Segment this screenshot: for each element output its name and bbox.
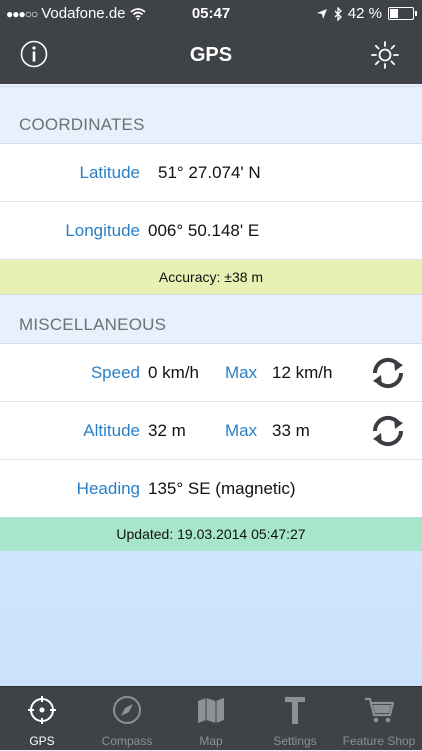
miscellaneous-header-label: MISCELLANEOUS bbox=[19, 315, 167, 334]
altitude-row: Altitude 32 m Max 33 m bbox=[0, 402, 422, 460]
tab-settings-label: Settings bbox=[273, 734, 317, 748]
tab-map-label: Map bbox=[199, 734, 223, 748]
tab-gps[interactable]: GPS bbox=[0, 687, 84, 751]
bluetooth-icon bbox=[334, 6, 342, 21]
heading-label: Heading bbox=[76, 479, 140, 498]
brightness-icon[interactable] bbox=[370, 40, 400, 70]
tab-feature-shop-label: Feature Shop bbox=[342, 734, 416, 748]
tab-feature-shop[interactable]: Feature Shop bbox=[337, 687, 421, 751]
updated-banner: Updated: 19.03.2014 05:47:27 bbox=[0, 517, 422, 551]
miscellaneous-header: MISCELLANEOUS bbox=[0, 294, 422, 344]
tab-gps-label: GPS bbox=[29, 734, 55, 748]
page-title: GPS bbox=[189, 44, 233, 66]
coordinates-header: COORDINATES bbox=[0, 86, 422, 144]
latitude-row: Latitude 51° 27.074' N bbox=[0, 144, 422, 202]
altitude-max-value: 33 m bbox=[272, 421, 310, 440]
reset-speed-icon[interactable] bbox=[368, 355, 408, 391]
hammer-icon bbox=[285, 697, 305, 724]
tab-bar: GPS Compass Map Settings Feature Shop bbox=[0, 686, 422, 750]
compass-icon bbox=[113, 696, 141, 724]
crosshair-icon bbox=[28, 696, 56, 724]
battery-label: 42 % bbox=[347, 5, 382, 22]
latitude-label: Latitude bbox=[79, 163, 141, 182]
tab-map[interactable]: Map bbox=[169, 687, 253, 751]
heading-value: 135° SE (magnetic) bbox=[148, 479, 296, 498]
altitude-label: Altitude bbox=[83, 421, 140, 440]
altitude-max-label: Max bbox=[225, 421, 258, 440]
map-icon bbox=[198, 698, 224, 723]
altitude-value: 32 m bbox=[148, 421, 186, 440]
status-right: 42 % bbox=[316, 5, 417, 22]
speed-max-value: 12 km/h bbox=[272, 363, 333, 382]
tab-compass-label: Compass bbox=[101, 734, 153, 748]
longitude-value: 006° 50.148' E bbox=[148, 221, 260, 240]
tab-settings[interactable]: Settings bbox=[253, 687, 337, 751]
longitude-row: Longitude 006° 50.148' E bbox=[0, 202, 422, 260]
speed-value: 0 km/h bbox=[148, 363, 200, 382]
reset-altitude-icon[interactable] bbox=[368, 413, 408, 449]
status-bar: ●●●○○ Vodafone.de 05:47 42 % bbox=[0, 0, 422, 28]
accuracy-banner: Accuracy: ±38 m bbox=[0, 260, 422, 294]
cart-icon bbox=[365, 697, 394, 723]
heading-row: Heading 135° SE (magnetic) bbox=[0, 460, 422, 518]
longitude-label: Longitude bbox=[65, 221, 140, 240]
tab-compass[interactable]: Compass bbox=[85, 687, 169, 751]
speed-row: Speed 0 km/h Max 12 km/h bbox=[0, 344, 422, 402]
battery-icon bbox=[388, 7, 417, 20]
coordinates-header-label: COORDINATES bbox=[19, 115, 145, 134]
speed-max-label: Max bbox=[225, 363, 258, 382]
location-arrow-icon bbox=[316, 8, 327, 19]
speed-label: Speed bbox=[90, 363, 140, 382]
latitude-value: 51° 27.074' N bbox=[158, 163, 261, 182]
navigation-bar: GPS bbox=[0, 28, 422, 84]
